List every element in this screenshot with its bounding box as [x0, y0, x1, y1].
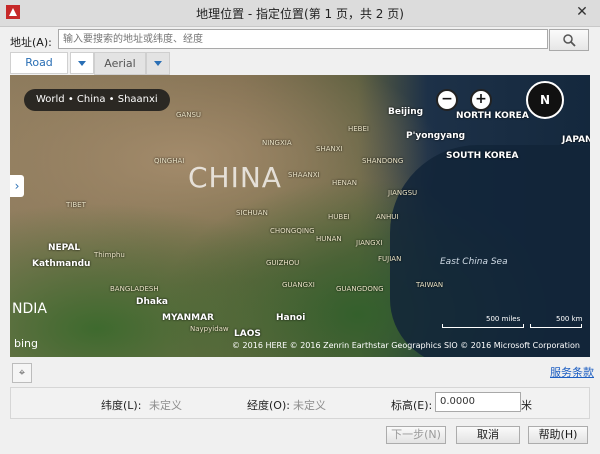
window-title: 地理位置 - 指定位置(第 1 页，共 2 页): [196, 7, 404, 21]
place-label: SHANDONG: [362, 157, 404, 165]
place-label: SICHUAN: [236, 209, 268, 217]
place-label: MYANMAR: [162, 313, 214, 323]
place-label: TAIWAN: [416, 281, 444, 289]
country-label: CHINA: [188, 161, 282, 194]
latitude-value: 未定义: [149, 399, 182, 412]
scale-bar-miles: [442, 324, 524, 328]
elevation-label: 标高(E):: [391, 399, 433, 412]
place-label: Thimphu: [94, 251, 125, 259]
place-label: SOUTH KOREA: [446, 151, 519, 161]
tab-road[interactable]: Road: [10, 52, 68, 74]
longitude-label: 经度(O):: [247, 399, 290, 412]
help-button[interactable]: 帮助(H): [528, 426, 588, 444]
place-label: Kathmandu: [32, 259, 91, 269]
elevation-input[interactable]: 0.0000: [435, 392, 521, 412]
chevron-down-icon: [78, 61, 86, 66]
coordinates-panel: 纬度(L): 未定义 经度(O): 未定义 标高(E): 0.0000 米: [10, 387, 590, 419]
search-button[interactable]: [549, 29, 589, 51]
place-label: NINGXIA: [262, 139, 292, 147]
place-label: JIANGSU: [388, 189, 418, 197]
place-label: Naypyidaw: [190, 325, 229, 333]
place-label: NEPAL: [48, 243, 81, 253]
locate-button[interactable]: ⌖: [12, 363, 32, 383]
sea-label: East China Sea: [440, 257, 508, 267]
scale-miles-label: 500 miles: [486, 315, 521, 323]
map-copyright: © 2016 HERE © 2016 Zenrin Earthstar Geog…: [232, 341, 580, 350]
place-label: BANGLADESH: [110, 285, 159, 293]
place-label: HENAN: [332, 179, 357, 187]
zoom-in-button[interactable]: +: [470, 89, 492, 111]
scale-km-label: 500 km: [556, 315, 583, 323]
place-label: Hanoi: [276, 313, 306, 323]
elevation-unit: 米: [521, 399, 532, 412]
zoom-out-button[interactable]: −: [436, 89, 458, 111]
place-label: CHONGQING: [270, 227, 315, 235]
longitude-value: 未定义: [293, 399, 326, 412]
place-label: FUJIAN: [378, 255, 402, 263]
scale-bar-km: [530, 324, 582, 328]
place-label: GUIZHOU: [266, 259, 300, 267]
expand-panel-button[interactable]: ›: [10, 175, 24, 197]
place-label: NORTH KOREA: [456, 111, 529, 121]
place-label: JIANGXI: [356, 239, 383, 247]
place-label: TIBET: [66, 201, 86, 209]
place-label: GUANGXI: [282, 281, 315, 289]
place-label: HEBEI: [348, 125, 369, 133]
map-breadcrumb[interactable]: World • China • Shaanxi: [24, 89, 170, 111]
compass-icon[interactable]: N: [526, 81, 564, 119]
cancel-button[interactable]: 取消: [456, 426, 520, 444]
place-label: SHAANXI: [288, 171, 320, 179]
latitude-label: 纬度(L):: [101, 399, 142, 412]
chevron-down-icon: [154, 61, 162, 66]
country-label-india: NDIA: [12, 301, 47, 317]
tab-aerial[interactable]: Aerial: [94, 52, 146, 75]
title-bar: 地理位置 - 指定位置(第 1 页，共 2 页) ✕: [0, 0, 600, 27]
place-label: HUBEI: [328, 213, 350, 221]
search-icon: [563, 34, 576, 47]
map-view[interactable]: World • China • Shaanxi − + N › CHINA ND…: [10, 75, 590, 357]
aerial-dropdown-button[interactable]: [146, 52, 170, 75]
terms-of-service-link[interactable]: 服务条款: [550, 364, 594, 380]
place-label: P'yongyang: [406, 131, 466, 141]
bing-logo: bing: [14, 337, 38, 350]
place-label: QINGHAI: [154, 157, 185, 165]
next-button[interactable]: 下一步(N): [386, 426, 446, 444]
close-button[interactable]: ✕: [572, 3, 592, 21]
place-label: HUNAN: [316, 235, 342, 243]
place-label: SHANXI: [316, 145, 343, 153]
place-label: JAPAN: [562, 135, 590, 145]
address-input[interactable]: [58, 29, 548, 49]
place-label: Dhaka: [136, 297, 169, 307]
place-label: ANHUI: [376, 213, 399, 221]
place-label: LAOS: [234, 329, 261, 339]
place-label: GUANGDONG: [336, 285, 384, 293]
road-dropdown-button[interactable]: [70, 52, 94, 74]
address-label: 地址(A):: [10, 36, 52, 49]
place-label: GANSU: [176, 111, 202, 119]
place-label: Beijing: [388, 107, 424, 117]
map-type-tabs: Road Aerial: [10, 52, 590, 75]
